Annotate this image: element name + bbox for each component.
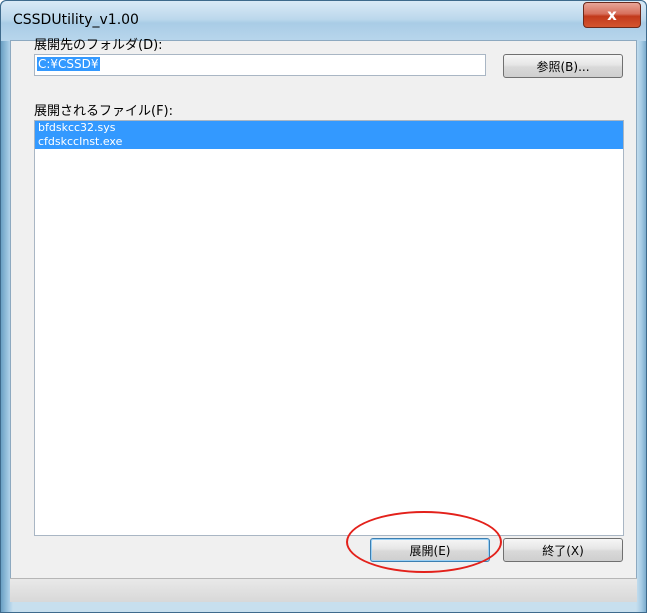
file-list[interactable]: bfdskcc32.sys cfdskccInst.exe: [34, 120, 624, 536]
status-bar: [10, 578, 637, 602]
browse-button[interactable]: 参照(B)...: [503, 54, 623, 78]
close-button[interactable]: x: [583, 2, 641, 28]
exit-button[interactable]: 終了(X): [503, 538, 623, 562]
close-icon: x: [607, 6, 617, 24]
list-item[interactable]: bfdskcc32.sys: [35, 121, 623, 135]
folder-path-input[interactable]: C:¥CSSD¥: [34, 54, 486, 76]
files-label: 展開されるファイル(F):: [34, 104, 174, 119]
extract-button[interactable]: 展開(E): [370, 538, 490, 562]
folder-path-value: C:¥CSSD¥: [37, 57, 100, 71]
list-item[interactable]: cfdskccInst.exe: [35, 135, 623, 149]
window-title: CSSDUtility_v1.00: [13, 12, 139, 28]
folder-label: 展開先のフォルダ(D):: [34, 38, 163, 53]
